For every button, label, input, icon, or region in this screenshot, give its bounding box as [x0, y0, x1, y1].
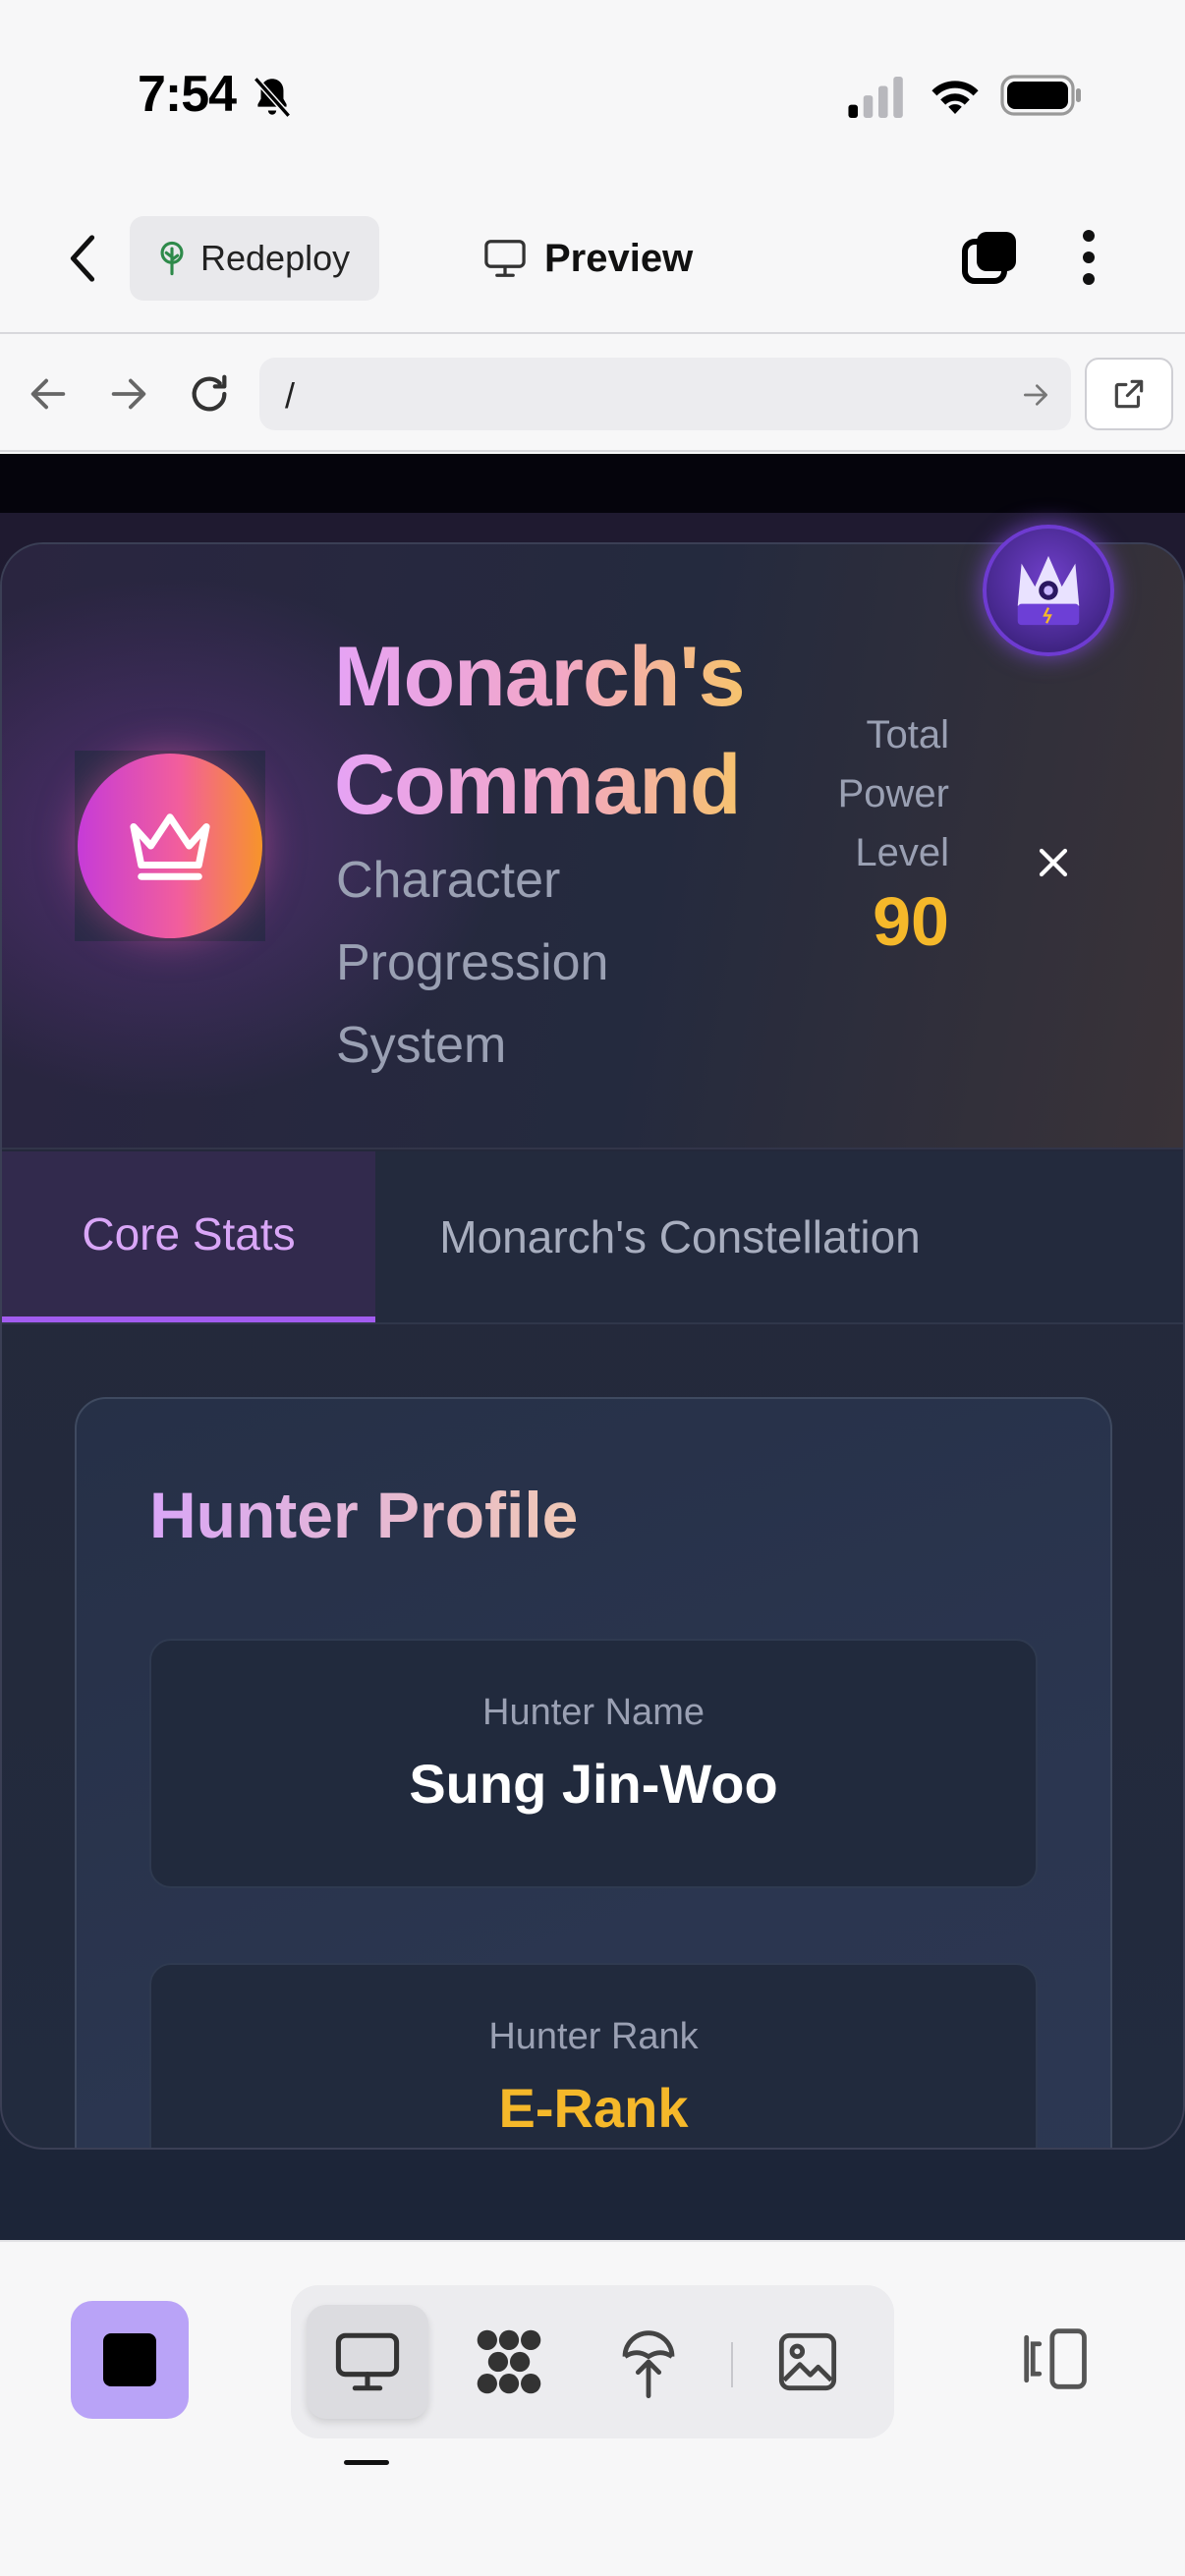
modal-title: Monarch's Command: [334, 623, 745, 839]
hunter-profile-title: Hunter Profile: [149, 1479, 579, 1551]
url-field[interactable]: /: [259, 358, 1071, 430]
hunter-profile-card: Hunter Profile Hunter Name Sung Jin-Woo …: [75, 1397, 1112, 2148]
chevron-left-icon: [70, 235, 95, 282]
crown-badge: [75, 751, 265, 941]
redeploy-label: Redeploy: [200, 238, 351, 278]
open-external-button[interactable]: [1085, 358, 1173, 430]
arrow-right-icon[interactable]: [106, 371, 151, 417]
battery-icon: [1000, 75, 1081, 116]
tabs-icon[interactable]: [959, 226, 1022, 289]
power-level-label: Total Power Level: [837, 713, 949, 874]
avatar-orb[interactable]: [983, 525, 1114, 656]
redeploy-button[interactable]: Redeploy: [130, 216, 379, 301]
modal-tabs: Core Stats Monarch's Constellation: [2, 1151, 1183, 1324]
hunter-rank-box: Hunter Rank E-Rank: [149, 1963, 1038, 2148]
modal-subtitle: Character Progression System: [336, 852, 609, 1074]
url-text: /: [285, 375, 296, 416]
character-modal: Monarch's Command Character Progression …: [0, 542, 1185, 2150]
status-time: 7:54: [138, 66, 237, 123]
arrow-left-icon[interactable]: [26, 371, 71, 417]
go-arrow-icon[interactable]: [1020, 379, 1051, 411]
modal-title-line1: Monarch's: [334, 630, 745, 724]
hunter-rank-label: Hunter Rank: [488, 2016, 699, 2057]
preview-viewport: Monarch's Command Character Progression …: [0, 454, 1185, 2240]
tree-icon: [160, 241, 184, 276]
power-level-value: 90: [873, 883, 949, 960]
desktop-view-button[interactable]: [307, 2305, 428, 2419]
toolbar-divider: [731, 2342, 733, 2387]
close-button[interactable]: [1026, 835, 1081, 890]
active-view-indicator: [344, 2460, 389, 2465]
bottom-toolbar: [0, 2240, 1185, 2576]
hunter-name-box: Hunter Name Sung Jin-Woo: [149, 1639, 1038, 1888]
crown-circle: [78, 754, 262, 938]
status-bar: 7:54: [0, 0, 1185, 196]
preview-title: Preview: [483, 226, 693, 291]
tab-monarchs-constellation[interactable]: Monarch's Constellation: [375, 1151, 985, 1322]
monitor-icon: [484, 240, 526, 277]
view-mode-group: [291, 2285, 894, 2438]
tree-upload-icon: [622, 2330, 675, 2399]
bell-muted-icon: [253, 77, 292, 118]
cellular-signal-icon: [848, 77, 903, 118]
close-icon: [1039, 848, 1068, 877]
hunter-rank-value: E-Rank: [498, 2077, 689, 2139]
stop-icon: [103, 2333, 156, 2386]
more-vertical-icon[interactable]: [1079, 226, 1099, 289]
reload-icon[interactable]: [187, 371, 232, 417]
image-icon: [778, 2332, 837, 2391]
stop-button[interactable]: [71, 2301, 189, 2419]
preview-label: Preview: [544, 236, 694, 280]
back-button[interactable]: [55, 228, 110, 289]
hunter-name-value: Sung Jin-Woo: [409, 1753, 778, 1815]
components-button[interactable]: [448, 2305, 570, 2419]
crown-gem-icon: [1017, 555, 1080, 626]
monitor-icon: [335, 2332, 400, 2391]
side-panel-icon[interactable]: [1018, 2324, 1091, 2393]
tab-core-stats[interactable]: Core Stats: [2, 1151, 375, 1322]
deploy-button[interactable]: [588, 2305, 709, 2419]
external-link-icon: [1114, 379, 1144, 409]
browser-bar: /: [0, 336, 1185, 452]
app-header: Redeploy Preview: [0, 196, 1185, 334]
crown-icon: [130, 813, 210, 880]
hunter-name-label: Hunter Name: [482, 1692, 705, 1733]
modal-title-line2: Command: [334, 738, 741, 832]
image-button[interactable]: [747, 2305, 869, 2419]
molecule-icon: [477, 2329, 541, 2394]
wifi-icon: [931, 81, 979, 114]
